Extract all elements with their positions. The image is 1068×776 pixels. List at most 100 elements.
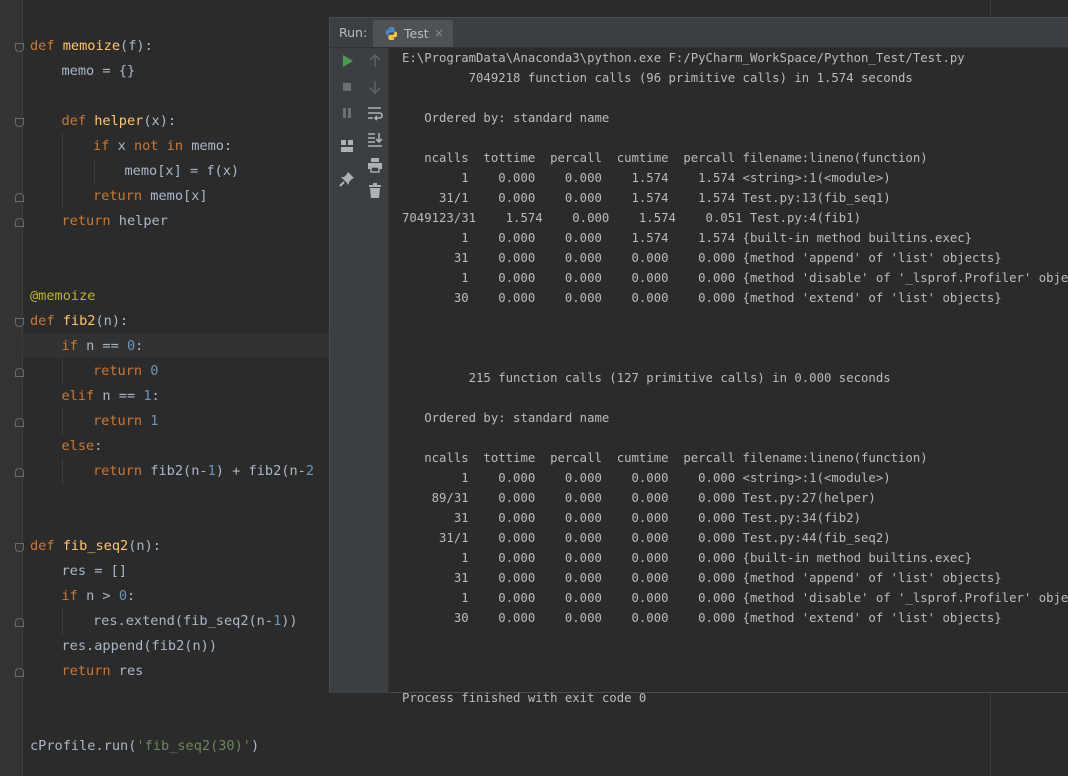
run-tool-window: Run: Test × E:\ProgramData\Anaconda3\pyt… bbox=[329, 17, 1068, 705]
code-line: return 0 bbox=[93, 359, 158, 384]
code-token: n > bbox=[86, 588, 119, 604]
console-output[interactable]: E:\ProgramData\Anaconda3\python.exe F:/P… bbox=[402, 48, 1068, 705]
console-line: 1 0.000 0.000 0.000 0.000 {built-in meth… bbox=[402, 551, 973, 565]
scroll-to-end-icon[interactable] bbox=[366, 130, 384, 148]
console-line: 30 0.000 0.000 0.000 0.000 {method 'exte… bbox=[402, 611, 1002, 625]
code-token: 1 bbox=[207, 463, 216, 479]
code-line: def memoize(f): bbox=[30, 34, 153, 59]
code-token: def bbox=[30, 313, 63, 329]
console-line: E:\ProgramData\Anaconda3\python.exe F:/P… bbox=[402, 51, 965, 65]
run-tab-label: Test bbox=[404, 26, 429, 41]
console-line: Ordered by: standard name bbox=[402, 411, 610, 425]
code-line: res = [] bbox=[62, 559, 127, 584]
code-token: return bbox=[93, 413, 151, 429]
code-token: memo[x] = f(x) bbox=[124, 163, 240, 179]
code-token: res.append(fib2(n)) bbox=[61, 638, 218, 654]
code-token: 1 bbox=[143, 388, 152, 404]
console-line: 31/1 0.000 0.000 1.574 1.574 Test.py:13(… bbox=[402, 191, 891, 205]
run-tab-test[interactable]: Test × bbox=[373, 20, 453, 47]
code-token: 0 bbox=[118, 588, 127, 604]
code-line: memo = {} bbox=[62, 59, 136, 84]
code-token: memo[x] bbox=[150, 188, 208, 204]
code-token: (x): bbox=[143, 113, 177, 129]
scroll-up-icon[interactable] bbox=[366, 52, 384, 70]
trash-icon[interactable] bbox=[366, 182, 384, 200]
console-line: ncalls tottime percall cumtime percall f… bbox=[402, 451, 928, 465]
pin-icon[interactable] bbox=[338, 170, 356, 188]
console-line: Ordered by: standard name bbox=[402, 111, 610, 125]
code-token: fib2(n- bbox=[150, 463, 208, 479]
code-token: memoize bbox=[62, 38, 121, 54]
console-line: 30 0.000 0.000 0.000 0.000 {method 'exte… bbox=[402, 291, 1002, 305]
code-line: return helper bbox=[62, 209, 168, 234]
console-line: 1 0.000 0.000 0.000 0.000 {method 'disab… bbox=[402, 271, 1068, 285]
code-token: fib2 bbox=[62, 313, 96, 329]
code-token: if bbox=[93, 138, 118, 154]
code-token: )) bbox=[281, 613, 298, 629]
code-line: @memoize bbox=[30, 284, 95, 309]
console-line: 1 0.000 0.000 1.574 1.574 <string>:1(<mo… bbox=[402, 171, 891, 185]
code-token: (n): bbox=[128, 538, 161, 554]
code-token: helper bbox=[94, 113, 144, 129]
console-line: 215 function calls (127 primitive calls)… bbox=[402, 371, 891, 385]
run-toolbar bbox=[330, 48, 389, 693]
code-line: elif n == 1: bbox=[62, 384, 160, 409]
code-token: n == bbox=[102, 388, 144, 404]
code-token: 0 bbox=[126, 338, 136, 354]
code-token: helper bbox=[118, 213, 168, 229]
code-token: : bbox=[151, 388, 160, 404]
print-icon[interactable] bbox=[366, 156, 384, 174]
code-line: return fib2(n-1) + fib2(n-2 bbox=[93, 459, 314, 484]
code-token: return bbox=[61, 213, 119, 229]
code-line: res.append(fib2(n)) bbox=[62, 634, 218, 659]
console-line: 1 0.000 0.000 0.000 0.000 {method 'disab… bbox=[402, 591, 1068, 605]
code-line: def helper(x): bbox=[62, 109, 177, 134]
code-token: (n): bbox=[95, 313, 129, 329]
code-token: return bbox=[61, 663, 119, 679]
code-token: def bbox=[61, 113, 95, 129]
code-token: cProfile.run( bbox=[30, 738, 137, 754]
console-line: 7049123/31 1.574 0.000 1.574 0.051 Test.… bbox=[402, 211, 862, 225]
code-line: return memo[x] bbox=[93, 184, 208, 209]
code-line: if x not in memo: bbox=[93, 134, 232, 159]
code-token: if bbox=[61, 338, 87, 354]
console-line: ncalls tottime percall cumtime percall f… bbox=[402, 151, 928, 165]
code-line: def fib_seq2(n): bbox=[30, 534, 161, 559]
code-line: else: bbox=[62, 434, 103, 459]
layout-icon[interactable] bbox=[338, 137, 356, 155]
code-token: res.extend(fib_seq2(n- bbox=[93, 613, 274, 629]
code-token: return bbox=[93, 188, 151, 204]
code-token: ) + fib2(n- bbox=[215, 463, 306, 479]
code-token: else bbox=[61, 438, 95, 454]
console-line: Process finished with exit code 0 bbox=[402, 691, 647, 705]
code-token: fib_seq2 bbox=[62, 538, 129, 554]
console-line: 31 0.000 0.000 0.000 0.000 {method 'appe… bbox=[402, 571, 1002, 585]
pause-icon[interactable] bbox=[338, 104, 356, 122]
code-token: memo = {} bbox=[61, 63, 136, 79]
code-line: return 1 bbox=[93, 409, 158, 434]
code-token: def bbox=[30, 538, 63, 554]
run-header: Run: Test × bbox=[330, 18, 1068, 48]
soft-wrap-icon[interactable] bbox=[366, 104, 384, 122]
code-token: not in bbox=[133, 138, 192, 154]
stop-icon[interactable] bbox=[338, 78, 356, 96]
close-icon[interactable]: × bbox=[434, 20, 444, 47]
code-token: def bbox=[30, 38, 63, 54]
code-token: res = [] bbox=[61, 563, 127, 579]
console-line: 1 0.000 0.000 0.000 0.000 <string>:1(<mo… bbox=[402, 471, 891, 485]
code-token: elif bbox=[61, 388, 103, 404]
code-token: (f): bbox=[120, 38, 153, 54]
code-line: memo[x] = f(x) bbox=[125, 159, 240, 184]
code-token: ) bbox=[250, 738, 260, 754]
code-line: def fib2(n): bbox=[30, 309, 128, 334]
code-token: 2 bbox=[305, 463, 314, 479]
console-line: 31/1 0.000 0.000 0.000 0.000 Test.py:44(… bbox=[402, 531, 891, 545]
code-line: cProfile.run('fib_seq2(30)') bbox=[30, 734, 259, 759]
scroll-down-icon[interactable] bbox=[366, 78, 384, 96]
console-line: 1 0.000 0.000 1.574 1.574 {built-in meth… bbox=[402, 231, 973, 245]
rerun-icon[interactable] bbox=[338, 52, 356, 70]
code-line: res.extend(fib_seq2(n-1)) bbox=[93, 609, 298, 634]
code-token: 0 bbox=[150, 363, 159, 379]
console-line: 31 0.000 0.000 0.000 0.000 Test.py:34(fi… bbox=[402, 511, 862, 525]
code-token: res bbox=[118, 663, 144, 679]
